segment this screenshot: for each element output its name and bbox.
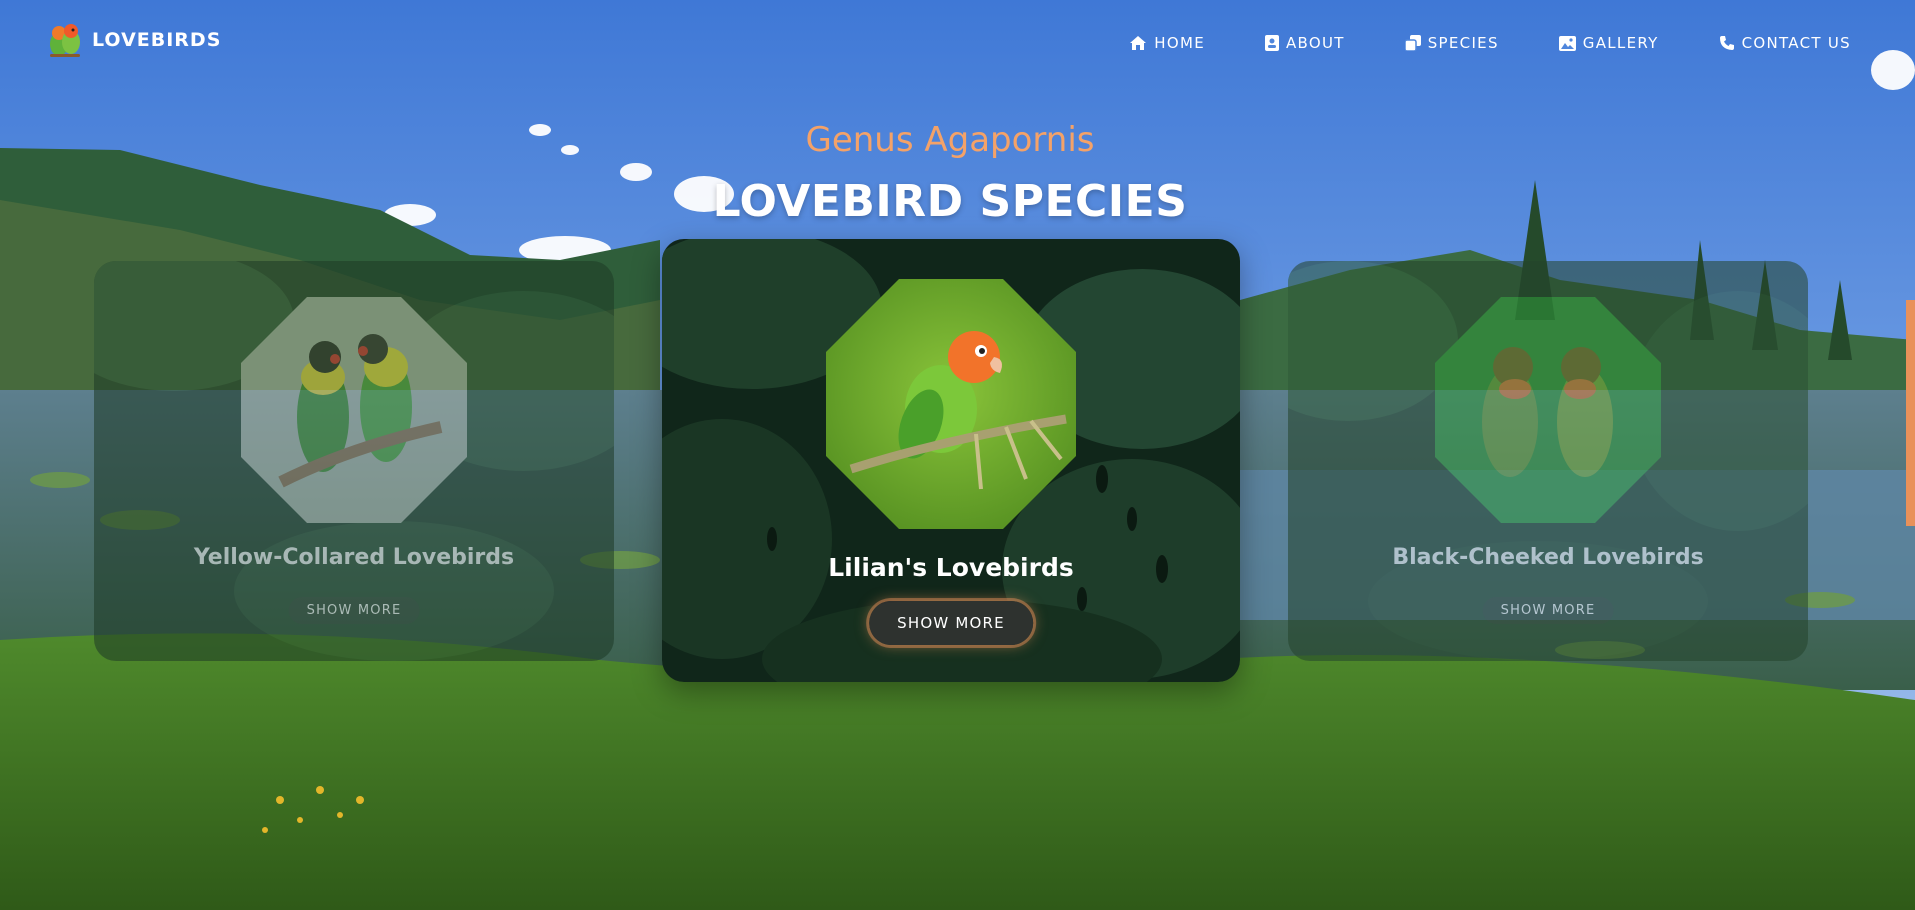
show-more-button[interactable]: SHOW MORE [869,601,1033,645]
species-card-yellow-collared[interactable]: Yellow-Collared Lovebirds SHOW MORE [94,261,614,661]
card-bird-image-yellow-collared [241,297,467,523]
about-card-icon [1264,35,1279,51]
gallery-image-icon [1558,35,1576,51]
nav-menu: HOME ABOUT SPECIES GALLERY CONTACT US [1069,34,1851,52]
nav-home[interactable]: HOME [1129,34,1205,52]
species-card-black-cheeked[interactable]: Black-Cheeked Lovebirds SHOW MORE [1288,261,1808,661]
card-title: Lilian's Lovebirds [828,553,1074,582]
nav-gallery-label: GALLERY [1582,34,1659,52]
show-more-button[interactable]: SHOW MORE [1482,597,1614,624]
brand-name: LOVEBIRDS [92,29,222,51]
nav-species-label: SPECIES [1427,34,1499,52]
nav-gallery[interactable]: GALLERY [1558,34,1659,52]
section-subtitle: Genus Agapornis [805,120,1095,160]
card-bird-image-lilians [826,279,1076,529]
card-bird-image-black-cheeked [1435,297,1661,523]
nav-home-label: HOME [1154,34,1205,52]
species-clone-icon [1404,35,1421,51]
nav-contact-label: CONTACT US [1741,34,1851,52]
show-more-button[interactable]: SHOW MORE [288,597,420,624]
top-navbar: LOVEBIRDS HOME ABOUT SPECIES GALLERY CON… [0,0,1915,88]
nav-contact[interactable]: CONTACT US [1719,34,1851,52]
species-card-lilians[interactable]: Lilian's Lovebirds SHOW MORE [662,239,1240,682]
nav-about-label: ABOUT [1285,34,1345,52]
section-title: LOVEBIRD SPECIES [712,176,1188,227]
home-icon [1130,36,1147,50]
phone-icon [1719,36,1734,50]
card-title: Yellow-Collared Lovebirds [193,545,515,570]
nav-about[interactable]: ABOUT [1264,34,1345,52]
nav-species[interactable]: SPECIES [1404,34,1499,52]
lovebirds-logo-icon [50,24,80,57]
scroll-indicator[interactable] [1906,300,1915,526]
brand-logo[interactable]: LOVEBIRDS [46,20,221,60]
card-title: Black-Cheeked Lovebirds [1392,545,1704,570]
